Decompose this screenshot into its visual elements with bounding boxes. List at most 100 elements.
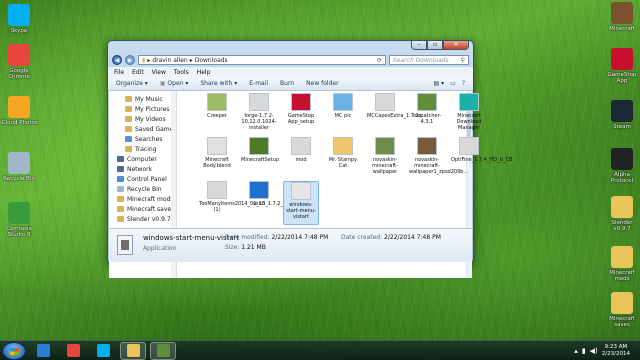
desktop-icon-label: Minecraft — [609, 26, 635, 32]
menu-bar: File Edit View Tools Help — [108, 67, 473, 77]
nav-item-my-music[interactable]: My Music — [109, 94, 176, 104]
menu-file[interactable]: File — [114, 69, 124, 76]
desktop-icon-camtasia[interactable]: Camtasia Studio 8 — [0, 202, 38, 238]
taskbar-minecraft-button[interactable] — [150, 341, 176, 360]
new-folder-button[interactable]: New folder — [306, 80, 338, 87]
start-button[interactable] — [2, 341, 26, 360]
desktop-icon-label: Minecraft mods — [609, 270, 635, 282]
desktop-icon-minecraft-mods[interactable]: Minecraft mods — [604, 246, 640, 282]
skype-icon — [8, 4, 30, 26]
maximize-button[interactable]: ▫ — [427, 41, 443, 50]
details-size: Size: 1.21 MB — [225, 244, 266, 251]
file-name: Mr. Stampy Cat — [328, 157, 358, 169]
desktop-icon-label: Camtasia Studio 8 — [6, 226, 32, 238]
tray-arrow-icon[interactable]: ▴ — [574, 347, 578, 355]
breadcrumb-downloads[interactable]: Downloads — [195, 57, 228, 64]
file-item[interactable]: mod — [283, 137, 319, 163]
desktop-icon-alpha-protocol[interactable]: Alpha Protocol — [604, 148, 640, 184]
file-icon — [375, 137, 395, 155]
file-icon — [291, 93, 311, 111]
nav-item-recycle-bin[interactable]: Recycle Bin — [109, 184, 176, 194]
address-bar[interactable]: ▮ ▸ dravin allen ▸ Downloads ⟳ — [138, 55, 386, 65]
burn-button[interactable]: Burn — [280, 80, 294, 87]
file-item[interactable]: Mr. Stampy Cat — [325, 137, 361, 169]
network-icon[interactable]: ▮ — [582, 347, 586, 355]
file-item[interactable]: novaskin-minecraft-wallpaper1_zpsd209b..… — [409, 137, 468, 175]
search-icon: ⚲ — [460, 56, 465, 64]
file-item[interactable]: OptiFine_1.7.4_HD_U_C8 — [451, 137, 512, 163]
desktop-icon-recycle-bin[interactable]: Recycle Bin — [0, 152, 38, 182]
file-item[interactable]: Minecraft Download Manager — [451, 93, 487, 131]
refresh-icon[interactable]: ⟳ — [377, 57, 382, 64]
desktop-icon-skype[interactable]: Skype — [0, 4, 38, 34]
file-item[interactable]: Minecraft Body.blend — [199, 137, 235, 169]
desktop-icon-minecraft[interactable]: Minecraft — [604, 2, 640, 32]
details-date-created: Date created: 2/22/2014 7:48 PM — [341, 234, 441, 241]
share-with-button[interactable]: Share with ▾ — [200, 80, 237, 87]
open-button[interactable]: ▣ Open ▾ — [160, 80, 189, 87]
search-input[interactable]: Search Downloads ⚲ — [389, 55, 469, 65]
desktop-icon-icloud-photos[interactable]: iCloud Photos — [0, 96, 38, 126]
nav-item-saved-games[interactable]: Saved Games — [109, 124, 176, 134]
forward-icon[interactable]: ▶ — [125, 55, 135, 65]
nav-item-computer[interactable]: Computer — [109, 154, 176, 164]
file-item[interactable]: mcpatcher-4.3.1 — [409, 93, 445, 125]
email-button[interactable]: E-mail — [249, 80, 268, 87]
volume-icon[interactable]: ◀) — [590, 347, 598, 355]
clock-date: 2/23/2014 — [601, 350, 630, 357]
organize-button[interactable]: Organize ▾ — [116, 80, 148, 87]
file-name: Minecraft Body.blend — [203, 157, 231, 169]
preview-pane-icon[interactable]: ▭ — [450, 80, 456, 87]
nav-item-searches[interactable]: Searches — [109, 134, 176, 144]
menu-edit[interactable]: Edit — [132, 69, 144, 76]
file-item[interactable]: forge-1.7.2-10.12.0.1024-installer — [241, 93, 277, 131]
nav-item-my-videos[interactable]: My Videos — [109, 114, 176, 124]
file-item[interactable]: Creeper — [199, 93, 235, 119]
desktop-icon-label: Recycle Bin — [3, 176, 35, 182]
help-icon[interactable]: ? — [462, 80, 465, 87]
menu-view[interactable]: View — [152, 69, 166, 76]
taskbar-chrome-button[interactable] — [60, 342, 86, 360]
file-item[interactable]: win8 — [241, 181, 277, 207]
desktop-icon-steam[interactable]: Steam — [604, 100, 640, 130]
file-item[interactable]: MC pic — [325, 93, 361, 119]
minimize-button[interactable]: – — [411, 41, 427, 50]
nav-node-icon — [117, 166, 124, 172]
file-item[interactable]: TooManyItems2014_01_13_1.7.2_Forge (1) — [199, 181, 297, 213]
menu-help[interactable]: Help — [197, 69, 211, 76]
taskbar-skype-button[interactable] — [90, 342, 116, 360]
taskbar-ie-button[interactable] — [30, 342, 56, 360]
nav-item-tracing[interactable]: Tracing — [109, 144, 176, 154]
breadcrumb-user[interactable]: dravin allen — [152, 57, 187, 64]
file-item[interactable]: GameStop App_setup — [283, 93, 319, 125]
window-caption[interactable]: – ▫ ✕ — [108, 41, 473, 53]
file-item[interactable]: novaskin-minecraft-wallpaper — [367, 137, 403, 175]
back-icon[interactable]: ◀ — [112, 55, 122, 65]
desktop-icon-label: GameStop App — [607, 72, 637, 84]
nav-item-label: My Music — [135, 95, 163, 103]
clock[interactable]: 9:23 AM 2/23/2014 — [602, 344, 630, 358]
menu-tools[interactable]: Tools — [174, 69, 189, 76]
explorer-icon — [126, 344, 140, 357]
file-name: novaskin-minecraft-wallpaper — [372, 157, 398, 175]
desktop-icon-slender-v0-9-7[interactable]: Slender v0.9.7 — [604, 196, 640, 232]
nav-node-icon — [117, 186, 124, 192]
desktop-icon-minecraft-saves[interactable]: Minecraft saves — [604, 292, 640, 328]
nav-item-minecraft-saves[interactable]: Minecraft saves — [109, 204, 176, 214]
file-item[interactable]: MCCapesExtra_1.7.2a — [367, 93, 422, 119]
nav-item-my-pictures[interactable]: My Pictures — [109, 104, 176, 114]
nav-item-label: Control Panel — [127, 175, 167, 183]
desktop-icon-gamestop-app[interactable]: GameStop App — [604, 48, 640, 84]
file-icon — [207, 93, 227, 111]
nav-item-control-panel[interactable]: Control Panel — [109, 174, 176, 184]
file-item-selected[interactable]: windows-start-menu-vistart — [283, 181, 319, 225]
nav-node-icon — [117, 156, 124, 162]
file-item[interactable]: MinecraftSetup — [241, 137, 279, 163]
taskbar-explorer-button[interactable] — [120, 341, 146, 360]
desktop-icon-chrome[interactable]: Google Chrome — [0, 44, 38, 80]
close-button[interactable]: ✕ — [443, 41, 469, 50]
nav-item-network[interactable]: Network — [109, 164, 176, 174]
view-options-icon[interactable]: ▤ ▾ — [434, 80, 445, 87]
nav-item-slender-v0-9-7[interactable]: Slender v0.9.7 — [109, 214, 176, 224]
nav-item-minecraft-mods[interactable]: Minecraft mods — [109, 194, 176, 204]
